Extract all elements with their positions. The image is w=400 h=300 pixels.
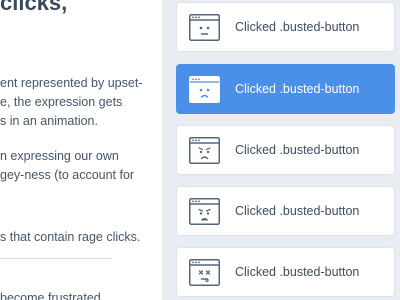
event-item-1[interactable]: Clicked .busted-button xyxy=(176,2,395,52)
paragraph-3: s that contain rage clicks. xyxy=(0,230,141,244)
event-label: Clicked .busted-button xyxy=(235,82,360,96)
neutral-face-window-icon xyxy=(189,14,220,41)
frown-face-window-icon xyxy=(189,137,220,164)
paragraph-1-line: e, the expression gets xyxy=(0,95,123,109)
paragraph-1-line: ent represented by upset- xyxy=(0,76,143,90)
paragraph-4: become frustrated xyxy=(0,291,101,300)
event-item-5[interactable]: Clicked .busted-button xyxy=(176,247,395,297)
event-list-panel: Clicked .busted-button Clicked .busted-b… xyxy=(162,0,400,300)
event-label: Clicked .busted-button xyxy=(235,204,360,218)
event-label: Clicked .busted-button xyxy=(235,20,360,34)
sad-face-window-icon xyxy=(189,76,220,103)
article-heading: clicks, xyxy=(0,0,68,15)
divider xyxy=(0,258,112,259)
paragraph-2-line: gey-ness (to account for xyxy=(0,168,135,182)
event-label: Clicked .busted-button xyxy=(235,143,360,157)
event-item-4[interactable]: Clicked .busted-button xyxy=(176,186,395,236)
paragraph-2: n expressing our own gey-ness (to accoun… xyxy=(0,147,134,185)
article-column: clicks, ent represented by upset- e, the… xyxy=(0,0,160,300)
upset-face-window-icon xyxy=(189,198,220,225)
event-label: Clicked .busted-button xyxy=(235,265,360,279)
event-item-2[interactable]: Clicked .busted-button xyxy=(176,64,395,114)
event-item-3[interactable]: Clicked .busted-button xyxy=(176,125,395,175)
paragraph-1: ent represented by upset- e, the express… xyxy=(0,74,142,131)
screen: clicks, ent represented by upset- e, the… xyxy=(0,0,400,300)
dead-face-window-icon xyxy=(189,259,220,286)
paragraph-2-line: n expressing our own xyxy=(0,149,119,163)
paragraph-1-line: s in an animation. xyxy=(0,114,98,128)
